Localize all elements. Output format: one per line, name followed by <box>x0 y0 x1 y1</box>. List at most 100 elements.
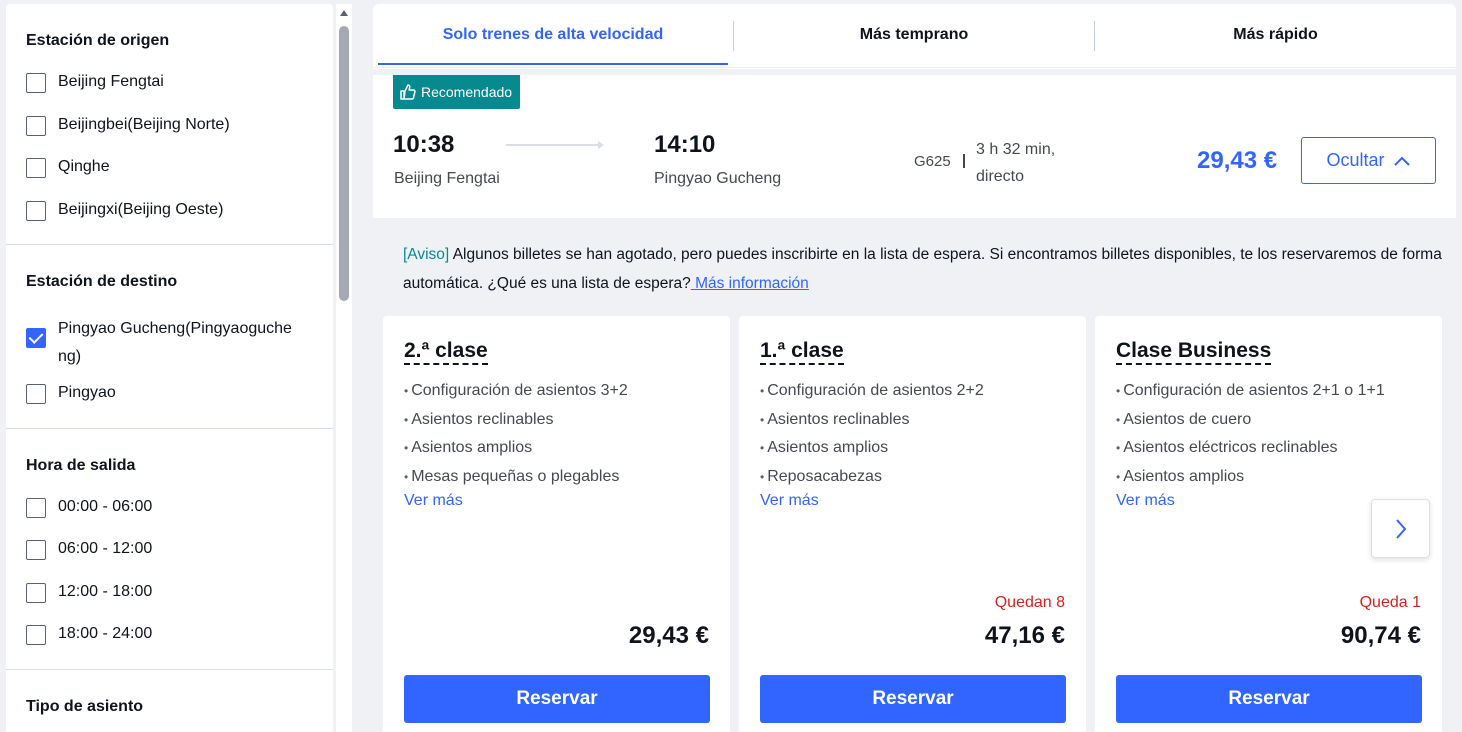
train-results: Solo trenes de alta velocidad Más tempra… <box>373 4 1456 732</box>
tab-earliest[interactable]: Más temprano <box>734 4 1094 66</box>
button-label: Reservar <box>1228 688 1310 709</box>
checkbox-label: Pingyao <box>58 384 116 401</box>
departure-station: Beijing Fengtai <box>394 170 500 187</box>
see-more-link[interactable]: Ver más <box>760 492 819 510</box>
scroll-up-icon[interactable] <box>340 10 348 16</box>
ticket-options-panel: [Aviso] Algunos billetes se han agotado,… <box>373 218 1456 732</box>
thumbs-up-icon <box>400 84 416 100</box>
divider <box>6 428 333 429</box>
filter-title: Estación de destino <box>26 273 178 290</box>
divider <box>6 669 333 670</box>
checkbox-option[interactable]: 00:00 - 06:00 <box>26 498 152 518</box>
lowest-price: 29,43 € <box>1197 147 1278 174</box>
filter-title: Hora de salida <box>26 457 136 474</box>
checkbox-option[interactable]: Beijingxi(Beijing Oeste) <box>26 201 223 221</box>
feature-item: Configuración de asientos 2+2 <box>760 377 984 406</box>
recommended-badge: Recomendado <box>393 75 521 109</box>
checkbox-option[interactable]: Beijingbei(Beijing Norte) <box>26 116 230 136</box>
seats-remaining: Queda 1 <box>1359 594 1421 611</box>
tab-fastest[interactable]: Más rápido <box>1095 4 1456 66</box>
divider <box>6 244 333 245</box>
see-more-link[interactable]: Ver más <box>404 492 463 510</box>
checkbox[interactable] <box>26 498 46 518</box>
hide-button-label: Ocultar <box>1326 150 1385 170</box>
active-tab-indicator <box>378 63 728 65</box>
checkbox-option[interactable]: 06:00 - 12:00 <box>26 540 152 560</box>
checkbox-option[interactable]: 18:00 - 24:00 <box>26 625 152 645</box>
checkbox-label: 06:00 - 12:00 <box>58 540 153 557</box>
origin-station-filter: Estación de origen Beijing Fengtai Beiji… <box>6 4 333 245</box>
arrival-time: 14:10 <box>654 131 716 158</box>
checkbox-option[interactable]: Qinghe <box>26 158 110 178</box>
feature-item: Asientos amplios <box>404 434 628 463</box>
feature-item: Asientos amplios <box>1116 463 1385 492</box>
checkbox[interactable] <box>26 540 46 560</box>
class-price: 29,43 € <box>628 622 709 649</box>
feature-item: Configuración de asientos 3+2 <box>404 377 628 406</box>
checkbox-option[interactable]: 12:00 - 18:00 <box>26 583 152 603</box>
chevron-right-icon <box>1395 518 1406 539</box>
arrow-right-icon <box>598 141 604 149</box>
checkbox[interactable] <box>26 328 46 348</box>
reserve-button[interactable]: Reservar <box>404 675 710 723</box>
checkbox-option[interactable]: Pingyao Gucheng(Pingyaoguche ng) <box>26 315 326 371</box>
checkbox-label: 18:00 - 24:00 <box>58 625 153 642</box>
checkbox-label: 12:00 - 18:00 <box>58 583 153 600</box>
checkbox-label: Qinghe <box>58 158 110 175</box>
checkbox[interactable] <box>26 625 46 645</box>
filter-title: Estación de origen <box>26 32 170 49</box>
feature-item: Asientos reclinables <box>404 406 628 435</box>
reserve-button[interactable]: Reservar <box>1116 675 1422 723</box>
hide-button[interactable]: Ocultar <box>1301 137 1436 184</box>
feature-list: Configuración de asientos 2+1 o 1+1 Asie… <box>1116 377 1385 491</box>
class-price: 90,74 € <box>1340 622 1421 649</box>
tab-label: Más temprano <box>859 26 969 43</box>
departure-time: 10:38 <box>393 131 455 158</box>
checkbox-option[interactable]: Beijing Fengtai <box>26 73 164 93</box>
scrollbar-thumb[interactable] <box>339 26 349 301</box>
see-more-link[interactable]: Ver más <box>1116 492 1175 510</box>
button-label: Reservar <box>872 688 954 709</box>
more-info-link[interactable]: Más información <box>691 275 809 292</box>
badge-label: Recomendado <box>421 84 513 100</box>
checkbox[interactable] <box>26 384 46 404</box>
seats-remaining: Quedan 8 <box>994 594 1065 611</box>
feature-item: Asientos amplios <box>760 434 984 463</box>
feature-list: Configuración de asientos 3+2 Asientos r… <box>404 377 628 491</box>
divider <box>963 154 965 168</box>
checkbox-option[interactable]: Pingyao <box>26 384 116 404</box>
tab-label: Solo trenes de alta velocidad <box>442 26 664 43</box>
class-title[interactable]: Clase Business <box>1116 339 1272 365</box>
separator-strip <box>373 69 1456 75</box>
reserve-button[interactable]: Reservar <box>760 675 1066 723</box>
seat-class-card: 1.ª clase Configuración de asientos 2+2 … <box>739 316 1086 732</box>
seat-type-filter-title[interactable]: Tipo de asiento <box>26 698 143 716</box>
notice-tag: [Aviso] <box>403 246 450 263</box>
trip-duration: 3 h 32 min, directo <box>976 141 1056 185</box>
feature-item: Asientos reclinables <box>760 406 984 435</box>
class-title[interactable]: 2.ª clase <box>404 339 488 365</box>
class-price: 47,16 € <box>984 622 1065 649</box>
sort-tabs: Solo trenes de alta velocidad Más tempra… <box>373 4 1456 68</box>
checkbox[interactable] <box>26 73 46 93</box>
feature-item: Reposacabezas <box>760 463 984 492</box>
waitlist-notice: [Aviso] Algunos billetes se han agotado,… <box>403 240 1443 298</box>
checkbox[interactable] <box>26 158 46 178</box>
checkbox[interactable] <box>26 201 46 221</box>
seat-class-card: 2.ª clase Configuración de asientos 3+2 … <box>383 316 730 732</box>
next-card-button[interactable] <box>1371 499 1430 558</box>
checkbox[interactable] <box>26 116 46 136</box>
checkbox-label: Pingyao Gucheng(Pingyaoguche ng) <box>58 320 292 365</box>
button-label: Reservar <box>516 688 598 709</box>
feature-item: Asientos de cuero <box>1116 406 1385 435</box>
class-title[interactable]: 1.ª clase <box>760 339 844 365</box>
tab-high-speed-only[interactable]: Solo trenes de alta velocidad <box>378 4 728 66</box>
checkbox-label: Beijingxi(Beijing Oeste) <box>58 201 224 218</box>
checkbox[interactable] <box>26 583 46 603</box>
train-number[interactable]: G625 <box>914 153 951 170</box>
checkbox-label: Beijingbei(Beijing Norte) <box>58 116 230 133</box>
feature-item: Mesas pequeñas o plegables <box>404 463 628 492</box>
feature-item: Asientos eléctricos reclinables <box>1116 434 1385 463</box>
tab-label: Más rápido <box>1233 26 1318 43</box>
checkbox-label: 00:00 - 06:00 <box>58 498 153 515</box>
